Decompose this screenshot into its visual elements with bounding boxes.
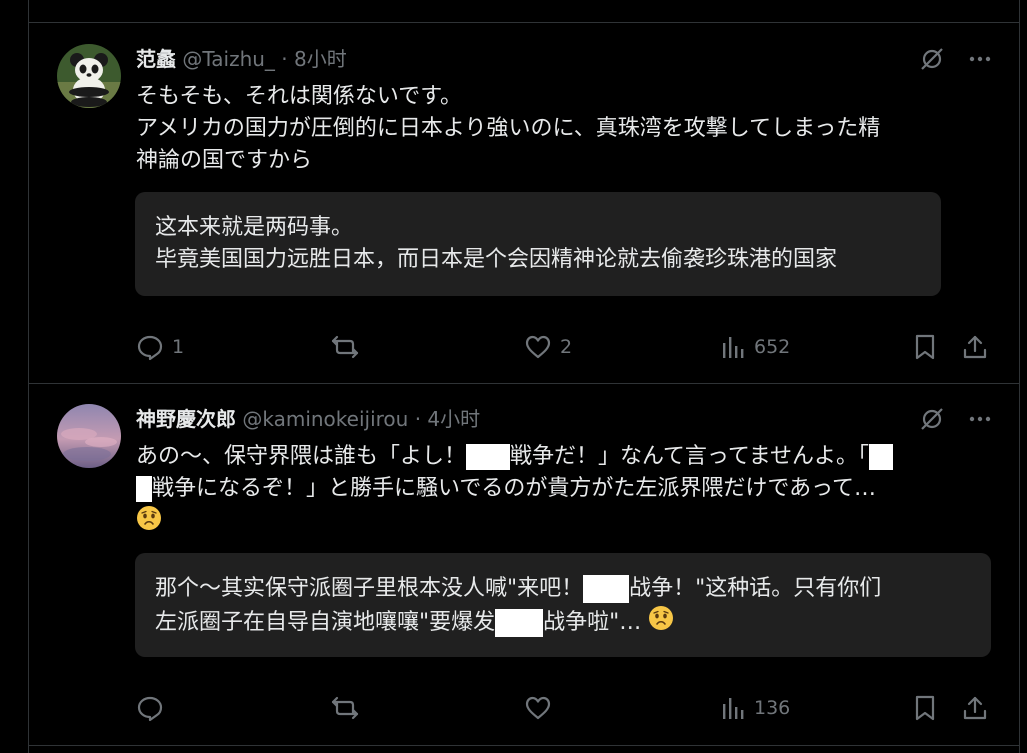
tweet-text-segment: あの～、保守界隈は誰も「よし！	[136, 444, 467, 469]
bookmark-icon	[912, 333, 938, 361]
bookmark-button[interactable]	[912, 333, 938, 361]
timestamp[interactable]: 8小时	[294, 47, 347, 71]
like-button[interactable]	[524, 694, 560, 722]
user-handle[interactable]: @kaminokeijirou	[242, 407, 408, 431]
grok-slash-icon[interactable]	[919, 406, 945, 432]
display-name[interactable]: 范蠡	[136, 47, 176, 71]
heart-icon	[524, 333, 552, 361]
grok-slash-icon[interactable]	[919, 46, 945, 72]
action-bar: 136	[136, 694, 991, 724]
bar-chart-icon	[720, 333, 746, 361]
worried-face-emoji-icon	[648, 605, 674, 641]
reply-button[interactable]: 1	[136, 333, 184, 361]
like-count: 2	[560, 336, 573, 358]
more-dots-icon[interactable]	[967, 46, 993, 72]
translation-box: 那个～其实保守派圈子里根本没人喊"来吧！ 战争！"这种话。只有你们 左派圈子在自导…	[135, 553, 991, 657]
timeline-column: 范蠡 @Taizhu_ · 8小时 そもそも、それは関係ないです。 アメリカの国…	[28, 0, 1020, 753]
timestamp[interactable]: 4小时	[427, 407, 480, 431]
tweet-text-line	[136, 505, 986, 541]
translation-segment: 那个～其实保守派圈子里根本没人喊"来吧！	[155, 576, 584, 601]
reply-bubble-icon	[136, 333, 164, 361]
translation-line: 左派圈子在自导自演地嚷嚷"要爆发 战争啦"…	[155, 605, 971, 641]
divider	[29, 383, 1019, 384]
tweet-text-line: 神論の国ですから	[136, 148, 313, 173]
separator-dot: ·	[414, 407, 422, 431]
translation-line: 那个～其实保守派圈子里根本没人喊"来吧！ 战争！"这种话。只有你们	[155, 573, 971, 605]
translation-line: 毕竟美国国力远胜日本，而日本是个会因精神论就去偷袭珍珠港的国家	[155, 247, 838, 272]
redaction-block	[136, 476, 152, 502]
views-count: 136	[754, 697, 791, 719]
bookmark-button[interactable]	[912, 694, 938, 722]
like-button[interactable]: 2	[524, 333, 572, 361]
divider	[29, 745, 1019, 746]
translation-segment: 左派圈子在自导自演地嚷嚷"要爆发	[155, 610, 496, 635]
retweet-icon	[330, 333, 360, 361]
more-dots-icon[interactable]	[967, 406, 993, 432]
tweet-text-line: そもそも、それは関係ないです。	[136, 84, 463, 109]
share-upload-icon	[962, 694, 988, 722]
views-button[interactable]: 136	[720, 694, 790, 722]
tweet-text-segment: 戦争になるぞ！」と勝手に騒いでるのが貴方がた左派界隈だけであって…	[152, 476, 877, 501]
tweet-text-line: あの～、保守界隈は誰も「よし！ 戦争だ！」なんて言ってませんよ。「	[136, 441, 986, 473]
translation-segment: 战争！"这种话。只有你们	[629, 576, 882, 601]
redaction-block	[583, 575, 630, 603]
user-handle[interactable]: @Taizhu_	[182, 47, 275, 71]
translation-box: 这本来就是两码事。 毕竟美国国力远胜日本，而日本是个会因精神论就去偷袭珍珠港的国…	[135, 192, 941, 296]
translation-line: 这本来就是两码事。	[155, 215, 354, 240]
heart-icon	[524, 694, 552, 722]
share-button[interactable]	[962, 333, 988, 361]
bar-chart-icon	[720, 694, 746, 722]
translation-segment: 战争啦"…	[543, 610, 642, 635]
separator-dot: ·	[281, 47, 288, 71]
retweet-button[interactable]	[330, 333, 368, 361]
bookmark-icon	[912, 694, 938, 722]
redaction-block	[869, 444, 894, 470]
tweet-header: 范蠡 @Taizhu_ · 8小时	[136, 44, 347, 74]
divider	[29, 22, 1019, 23]
retweet-icon	[330, 694, 360, 722]
tweet-text-segment: 戦争だ！」なんて言ってませんよ。「	[510, 444, 870, 469]
avatar[interactable]	[57, 404, 121, 468]
views-button[interactable]: 652	[720, 333, 790, 361]
retweet-button[interactable]	[330, 694, 368, 722]
avatar[interactable]	[57, 44, 121, 108]
share-upload-icon	[962, 333, 988, 361]
views-count: 652	[754, 336, 791, 358]
tweet-header: 神野慶次郎 @kaminokeijirou · 4小时	[136, 404, 480, 434]
action-bar: 1 2 652	[136, 333, 991, 363]
tweet-text: あの～、保守界隈は誰も「よし！ 戦争だ！」なんて言ってませんよ。「 戦争になるぞ！…	[136, 441, 986, 541]
display-name[interactable]: 神野慶次郎	[136, 407, 236, 431]
reply-button[interactable]	[136, 694, 172, 722]
redaction-block	[466, 444, 511, 470]
tweet-text: そもそも、それは関係ないです。 アメリカの国力が圧倒的に日本より強いのに、真珠湾…	[136, 81, 986, 177]
share-button[interactable]	[962, 694, 988, 722]
reply-count: 1	[172, 336, 185, 358]
tweet-text-line: アメリカの国力が圧倒的に日本より強いのに、真珠湾を攻撃してしまった精	[136, 116, 881, 141]
reply-bubble-icon	[136, 694, 164, 722]
header-actions	[919, 406, 993, 432]
redaction-block	[495, 609, 544, 637]
tweet-text-line: 戦争になるぞ！」と勝手に騒いでるのが貴方がた左派界隈だけであって…	[136, 473, 986, 505]
header-actions	[919, 46, 993, 72]
worried-face-emoji-icon	[136, 505, 162, 541]
